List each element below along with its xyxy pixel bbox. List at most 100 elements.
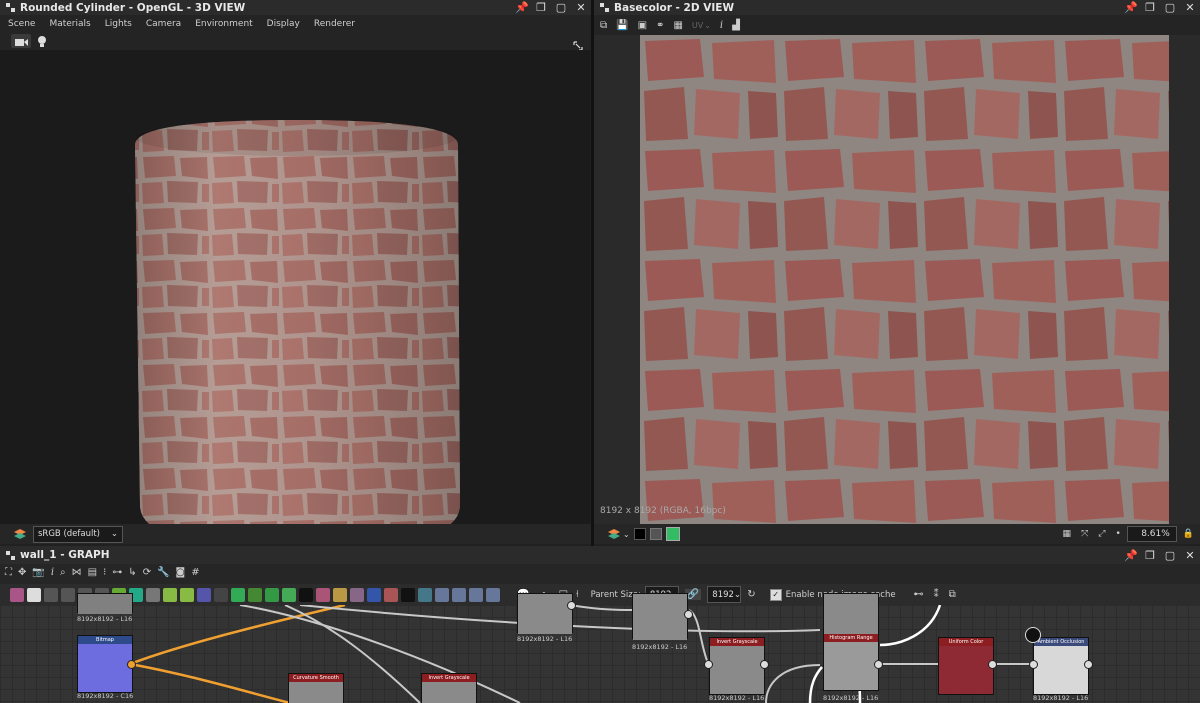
- bitmap-node[interactable]: Bitmap: [77, 635, 133, 693]
- export-icon[interactable]: ⧉: [600, 20, 607, 31]
- graph-node[interactable]: [632, 593, 688, 640]
- noise-node-icon[interactable]: [197, 587, 211, 602]
- menu-materials[interactable]: Materials: [49, 19, 90, 29]
- input-port[interactable]: [1029, 660, 1038, 669]
- size-select[interactable]: 8192 ⌄: [707, 586, 742, 603]
- output-port[interactable]: [684, 610, 693, 619]
- zoom-dot-icon[interactable]: •: [1115, 529, 1120, 539]
- maximize-icon[interactable]: ▢: [1164, 1, 1176, 14]
- checker-swatch[interactable]: [649, 528, 662, 540]
- fit-icon[interactable]: ⤧: [1081, 529, 1088, 539]
- uniform-color-node[interactable]: Uniform Color: [938, 637, 994, 695]
- close-icon[interactable]: ✕: [1184, 1, 1196, 14]
- light-icon[interactable]: [36, 34, 48, 48]
- node-flow-icon[interactable]: ⊷: [914, 589, 924, 600]
- invert-grayscale-node[interactable]: Invert Grayscale: [421, 673, 477, 703]
- rgb-swatch[interactable]: [665, 527, 680, 541]
- graph-canvas[interactable]: 8192x8192 - L16 Bitmap 8192x8192 - C16 C…: [0, 593, 1200, 703]
- triangle-node-icon[interactable]: [333, 587, 347, 602]
- graph-node[interactable]: [77, 593, 133, 614]
- maximize-icon[interactable]: ▢: [555, 1, 567, 14]
- frame-node-icon[interactable]: [367, 587, 381, 602]
- histogram-range-node[interactable]: Histogram Range: [823, 593, 879, 691]
- layers-icon[interactable]: [607, 528, 621, 540]
- chevron-down-icon[interactable]: ⌄: [623, 530, 630, 539]
- invert-grayscale-node[interactable]: Invert Grayscale: [709, 637, 765, 695]
- hsl-node-icon[interactable]: [146, 587, 160, 602]
- menu-display[interactable]: Display: [267, 19, 300, 29]
- bitmap-node-icon[interactable]: [10, 587, 24, 602]
- menu-renderer[interactable]: Renderer: [314, 19, 355, 29]
- snapshot-icon[interactable]: ◙: [176, 567, 186, 578]
- link-icon[interactable]: ⋈: [72, 567, 82, 578]
- connect-icon[interactable]: ↳: [128, 567, 136, 578]
- fill-node-icon[interactable]: [384, 587, 398, 602]
- output-port[interactable]: [760, 660, 769, 669]
- grayscale-node-icon[interactable]: [316, 587, 330, 602]
- comment-node-icon[interactable]: [486, 587, 500, 602]
- zoom-value[interactable]: 8.61%: [1126, 526, 1177, 542]
- binary-node-icon[interactable]: [401, 587, 415, 602]
- ambient-occlusion-node[interactable]: Ambient Occlusion: [1033, 637, 1089, 695]
- restore-icon[interactable]: ❐: [1144, 1, 1156, 14]
- cache-checkbox[interactable]: ✓: [769, 588, 782, 601]
- save-icon[interactable]: 💾: [616, 20, 628, 31]
- blur-node-icon[interactable]: [180, 587, 194, 602]
- pin-icon[interactable]: 📌: [515, 1, 529, 14]
- info-icon[interactable]: i: [51, 567, 54, 578]
- color-node-icon[interactable]: [231, 587, 245, 602]
- menu-scene[interactable]: Scene: [8, 19, 35, 29]
- anchor-icon[interactable]: ⍿: [576, 589, 579, 600]
- copy-icon[interactable]: ▣: [638, 20, 647, 31]
- svg-node-icon[interactable]: [27, 587, 41, 602]
- camera-icon[interactable]: 📷: [32, 567, 44, 578]
- search-icon[interactable]: ⌕: [60, 567, 66, 578]
- viewport-3d[interactable]: [0, 50, 590, 524]
- node-split-icon[interactable]: ⁑: [934, 589, 939, 600]
- restore-icon[interactable]: ❐: [1144, 549, 1156, 562]
- black-swatch[interactable]: [633, 528, 646, 540]
- shape-node-icon[interactable]: [265, 587, 279, 602]
- close-icon[interactable]: ✕: [1184, 549, 1196, 562]
- pipe-icon[interactable]: ⊶: [112, 567, 122, 578]
- expand-icon[interactable]: [573, 36, 583, 51]
- wrench-icon[interactable]: 🔧: [157, 567, 169, 578]
- lock-icon[interactable]: 🔒: [1183, 529, 1194, 539]
- curvature-smooth-node[interactable]: Curvature Smooth: [288, 673, 344, 703]
- output-port[interactable]: [127, 660, 136, 669]
- maximize-icon[interactable]: ▢: [1164, 549, 1176, 562]
- frame-icon[interactable]: ⛶: [5, 567, 12, 578]
- menu-environment[interactable]: Environment: [195, 19, 252, 29]
- image-node-icon[interactable]: [418, 587, 432, 602]
- levels-node-icon[interactable]: [44, 587, 58, 602]
- close-icon[interactable]: ✕: [575, 1, 587, 14]
- mask-node-icon[interactable]: [248, 587, 262, 602]
- refresh-icon[interactable]: ⟳: [143, 567, 151, 578]
- dots-node-icon[interactable]: [299, 587, 313, 602]
- histogram-icon[interactable]: ▟: [732, 20, 740, 31]
- output-port[interactable]: [1084, 660, 1093, 669]
- blend-node-icon[interactable]: [61, 587, 75, 602]
- reset-icon[interactable]: ↻: [747, 589, 755, 600]
- uv-label[interactable]: UV: [692, 21, 703, 30]
- graph-node[interactable]: [517, 593, 573, 634]
- align-icon[interactable]: ⁝: [103, 567, 106, 578]
- info-icon[interactable]: i: [720, 20, 723, 31]
- output-port[interactable]: [988, 660, 997, 669]
- move-icon[interactable]: ✥: [18, 567, 26, 578]
- layers-icon[interactable]: [13, 528, 27, 540]
- output-node-icon[interactable]: [435, 587, 449, 602]
- menu-camera[interactable]: Camera: [146, 19, 181, 29]
- nodes-icon[interactable]: ⚭: [656, 20, 664, 31]
- grid-icon[interactable]: #: [191, 567, 199, 578]
- menu-lights[interactable]: Lights: [105, 19, 132, 29]
- camera-icon[interactable]: [11, 34, 31, 48]
- input-port[interactable]: [704, 660, 713, 669]
- grid-toggle-icon[interactable]: ▦: [1063, 529, 1072, 539]
- output-port[interactable]: [567, 601, 576, 610]
- pin-icon[interactable]: 📌: [1124, 1, 1138, 14]
- snap-icon[interactable]: ⧉: [949, 589, 956, 600]
- material-node-icon[interactable]: [214, 587, 228, 602]
- restore-icon[interactable]: ❐: [535, 1, 547, 14]
- pin-icon[interactable]: 📌: [1124, 549, 1138, 562]
